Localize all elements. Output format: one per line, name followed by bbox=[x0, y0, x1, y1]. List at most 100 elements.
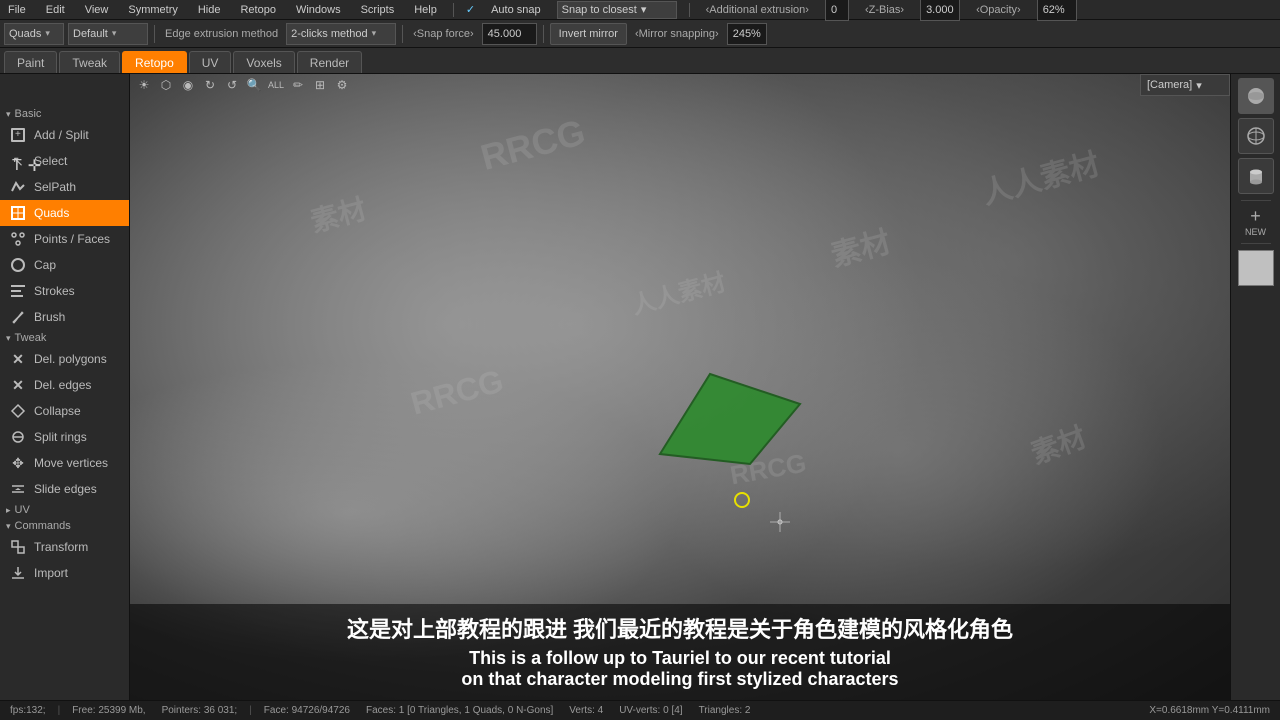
tab-uv[interactable]: UV bbox=[189, 51, 232, 73]
vp-light-icon[interactable]: ☀ bbox=[134, 75, 154, 95]
basic-label: Basic bbox=[15, 108, 42, 120]
tweak-label: Tweak bbox=[15, 332, 47, 344]
del-polygons-label: Del. polygons bbox=[34, 352, 107, 366]
collapse-label: Collapse bbox=[34, 404, 81, 418]
subtitle-area: 这是对上部教程的跟进 我们最近的教程是关于角色建模的风格化角色 This is … bbox=[130, 604, 1230, 700]
menu-hide[interactable]: Hide bbox=[194, 4, 225, 16]
menu-edit[interactable]: Edit bbox=[42, 4, 69, 16]
vp-pen-icon[interactable]: ✏ bbox=[288, 75, 308, 95]
snap-force-value[interactable]: 45.000 bbox=[482, 23, 537, 45]
section-tweak[interactable]: ▾ Tweak bbox=[0, 330, 129, 346]
commands-arrow: ▾ bbox=[6, 521, 11, 532]
edge-extrusion-label: Edge extrusion method bbox=[161, 28, 282, 40]
status-triangles: Triangles: 2 bbox=[695, 705, 755, 716]
points-faces-icon bbox=[8, 229, 28, 249]
menu-scripts[interactable]: Scripts bbox=[357, 4, 399, 16]
sidebar-item-transform[interactable]: Transform bbox=[0, 534, 129, 560]
default-dropdown[interactable]: Default ▾ bbox=[68, 23, 148, 45]
mirror-snapping-value[interactable]: 245% bbox=[727, 23, 767, 45]
viewport[interactable]: RRCG 素材 人人素材 RRCG 素材 RRCG 人人素材 素材 ☀ ⬡ ◉ … bbox=[130, 74, 1230, 700]
vp-wire-icon[interactable]: ⬡ bbox=[156, 75, 176, 95]
section-commands[interactable]: ▾ Commands bbox=[0, 518, 129, 534]
del-polygons-icon: ✕ bbox=[8, 349, 28, 369]
quads-label: Quads bbox=[34, 206, 69, 220]
opacity-value[interactable]: 62% bbox=[1037, 0, 1077, 21]
tab-retopo[interactable]: Retopo bbox=[122, 51, 187, 73]
points-faces-label: Points / Faces bbox=[34, 232, 110, 246]
vp-rotate-icon[interactable]: ↻ bbox=[200, 75, 220, 95]
auto-snap-check[interactable]: ✓ bbox=[466, 3, 475, 16]
quads-dropdown[interactable]: Quads ▾ bbox=[4, 23, 64, 45]
menu-file[interactable]: File bbox=[4, 4, 30, 16]
invert-mirror-button[interactable]: Invert mirror bbox=[550, 23, 627, 45]
status-bar: fps:132; | Free: 25399 Mb, Pointers: 36 … bbox=[0, 700, 1280, 720]
main-toolbar: Quads ▾ Default ▾ Edge extrusion method … bbox=[0, 20, 1280, 48]
color-swatch[interactable] bbox=[1238, 250, 1274, 286]
sidebar-item-slide-edges[interactable]: Slide edges bbox=[0, 476, 129, 502]
menu-windows[interactable]: Windows bbox=[292, 4, 345, 16]
sidebar-item-strokes[interactable]: Strokes bbox=[0, 278, 129, 304]
sidebar-item-points-faces[interactable]: Points / Faces bbox=[0, 226, 129, 252]
sidebar-item-move-vertices[interactable]: ✥ Move vertices bbox=[0, 450, 129, 476]
menu-retopo[interactable]: Retopo bbox=[236, 4, 279, 16]
sidebar-item-quads[interactable]: Quads bbox=[0, 200, 129, 226]
vp-undo-icon[interactable]: ↺ bbox=[222, 75, 242, 95]
status-verts: Verts: 4 bbox=[565, 705, 607, 716]
two-clicks-dropdown[interactable]: 2-clicks method ▾ bbox=[286, 23, 396, 45]
menu-separator bbox=[453, 3, 454, 17]
snap-force-label: ‹Snap force› bbox=[409, 28, 478, 40]
cursor-tool[interactable]: T ✛ bbox=[4, 152, 130, 180]
import-icon bbox=[8, 563, 28, 583]
basic-arrow: ▾ bbox=[6, 109, 11, 120]
vp-grid-icon[interactable]: ⊞ bbox=[310, 75, 330, 95]
sidebar-item-brush[interactable]: Brush bbox=[0, 304, 129, 330]
toolbar-sep3 bbox=[543, 25, 544, 43]
sidebar-item-add-split[interactable]: + Add / Split bbox=[0, 122, 129, 148]
section-uv[interactable]: ▸ UV bbox=[0, 502, 129, 518]
vp-all-icon[interactable]: ALL bbox=[266, 75, 286, 95]
uv-arrow: ▸ bbox=[6, 505, 11, 516]
z-bias-label: ‹Z-Bias› bbox=[861, 4, 908, 16]
sidebar-item-import[interactable]: Import bbox=[0, 560, 129, 586]
mirror-snapping-label: ‹Mirror snapping› bbox=[631, 28, 723, 40]
snap-to-dropdown[interactable]: Snap to closest ▾ bbox=[557, 1, 677, 19]
rp-sphere-wire-btn[interactable] bbox=[1238, 118, 1274, 154]
tab-tweak[interactable]: Tweak bbox=[59, 51, 120, 73]
import-label: Import bbox=[34, 566, 68, 580]
rp-cylinder-btn[interactable] bbox=[1238, 158, 1274, 194]
toolbar-sep1 bbox=[154, 25, 155, 43]
vp-solid-icon[interactable]: ◉ bbox=[178, 75, 198, 95]
rp-divider bbox=[1241, 200, 1271, 201]
sidebar-item-cap[interactable]: Cap bbox=[0, 252, 129, 278]
tab-voxels[interactable]: Voxels bbox=[233, 51, 294, 73]
vp-search-icon[interactable]: 🔍 bbox=[244, 75, 264, 95]
section-basic[interactable]: ▾ Basic bbox=[0, 106, 129, 122]
sep2 bbox=[689, 3, 690, 17]
z-bias-value[interactable]: 3.000 bbox=[920, 0, 960, 21]
subtitle-english-line2: on that character modeling first stylize… bbox=[150, 669, 1210, 690]
move-vertices-icon: ✥ bbox=[8, 453, 28, 473]
sidebar-item-del-polygons[interactable]: ✕ Del. polygons bbox=[0, 346, 129, 372]
opacity-label: ‹Opacity› bbox=[972, 4, 1025, 16]
menu-help[interactable]: Help bbox=[410, 4, 441, 16]
sidebar-item-collapse[interactable]: Collapse bbox=[0, 398, 129, 424]
sidebar-item-split-rings[interactable]: Split rings bbox=[0, 424, 129, 450]
additional-extrusion-value[interactable]: 0 bbox=[825, 0, 849, 21]
rp-sphere-solid-btn[interactable] bbox=[1238, 78, 1274, 114]
menu-symmetry[interactable]: Symmetry bbox=[124, 4, 182, 16]
tab-bar: Paint Tweak Retopo UV Voxels Render bbox=[0, 48, 1280, 74]
sidebar-item-del-edges[interactable]: ✕ Del. edges bbox=[0, 372, 129, 398]
tab-render[interactable]: Render bbox=[297, 51, 362, 73]
camera-dropdown[interactable]: [Camera] ▾ bbox=[1140, 74, 1230, 96]
menu-view[interactable]: View bbox=[81, 4, 113, 16]
status-fps: fps:132; bbox=[6, 705, 50, 716]
transform-icon bbox=[8, 537, 28, 557]
auto-snap-label[interactable]: Auto snap bbox=[487, 4, 545, 16]
main-layout: T ✛ ▾ Basic + Add / Split ↖ Select bbox=[0, 74, 1280, 700]
vp-settings-icon[interactable]: ⚙ bbox=[332, 75, 352, 95]
tab-paint[interactable]: Paint bbox=[4, 51, 57, 73]
toolbar-sep2 bbox=[402, 25, 403, 43]
rp-new-group[interactable]: + NEW bbox=[1238, 207, 1274, 237]
rp-new-label: NEW bbox=[1238, 227, 1274, 237]
add-split-icon: + bbox=[8, 125, 28, 145]
